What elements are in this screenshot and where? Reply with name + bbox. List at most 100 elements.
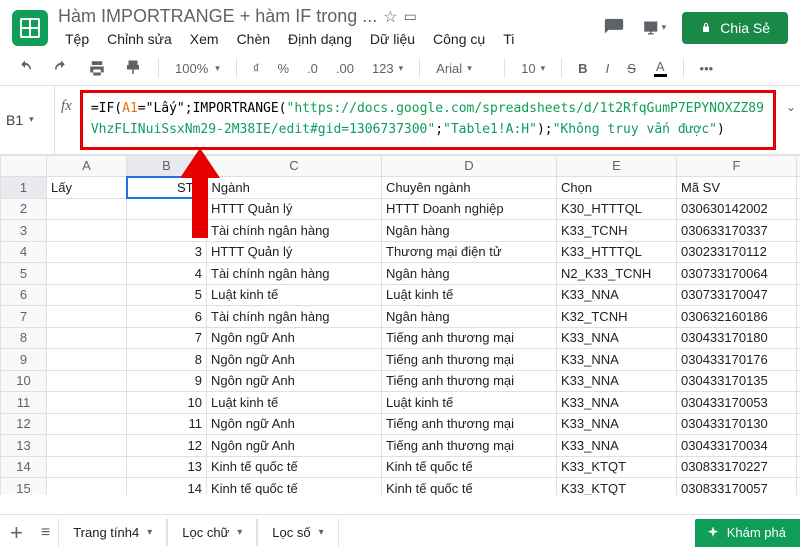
undo-button[interactable] [12,57,38,79]
cell[interactable]: 1 [127,198,207,220]
cell[interactable]: 11 [127,413,207,435]
cell[interactable]: 030433170180 [677,327,797,349]
cell[interactable]: 030433170034 [677,435,797,457]
cell[interactable]: K33_NNA [557,370,677,392]
select-all-cell[interactable] [1,155,47,177]
column-header-D[interactable]: D [382,155,557,177]
cell[interactable]: 030433170053 [677,392,797,414]
all-sheets-button[interactable]: ≡ [33,524,58,542]
formula-bar[interactable]: =IF(A1="Lấy";IMPORTRANGE("https://docs.g… [80,90,776,150]
menu-Dữ liệu[interactable]: Dữ liệu [363,29,422,49]
cell[interactable]: Hồ Thị Th [797,370,800,392]
number-format-select[interactable]: 123 [368,59,407,78]
cell[interactable] [47,349,127,371]
cell[interactable]: Mã SV [677,177,797,199]
bold-button[interactable]: B [574,59,591,78]
spreadsheet-grid[interactable]: ABCDEFG1LấySTTNgànhChuyên ngànhChọnMã SV… [0,155,800,495]
format-currency-button[interactable]: ₫ [249,59,264,78]
format-percent-button[interactable]: % [273,59,293,78]
cell[interactable]: Chuyên ngành [382,177,557,199]
cell[interactable]: Nguyễn K [797,413,800,435]
cell[interactable] [47,456,127,478]
cell[interactable] [47,392,127,414]
menu-Chèn[interactable]: Chèn [230,29,277,49]
column-header-B[interactable]: B [127,155,207,177]
cell[interactable]: 030733170047 [677,284,797,306]
cell[interactable]: Tiếng anh thương mại [382,413,557,435]
row-header[interactable]: 5 [1,263,47,285]
cell[interactable]: Tiếng anh thương mại [382,435,557,457]
cell[interactable]: Hà Lễ [797,456,800,478]
cell[interactable]: 14 [127,478,207,495]
cell[interactable]: 7 [127,327,207,349]
share-button[interactable]: Chia Sẻ [682,12,788,44]
explore-button[interactable]: Khám phá [695,519,800,547]
row-header[interactable]: 8 [1,327,47,349]
present-icon[interactable]: ▾ [642,16,666,40]
cell[interactable] [47,327,127,349]
cell[interactable]: K30_HTTTQL [557,198,677,220]
cell[interactable]: 030833170057 [677,478,797,495]
row-header[interactable]: 4 [1,241,47,263]
menu-Định dạng[interactable]: Định dạng [281,29,359,49]
sheet-tab-Lọc chữ[interactable]: Lọc chữ▾ [167,519,257,546]
sheets-logo[interactable] [12,10,48,46]
cell[interactable]: 030733170064 [677,263,797,285]
cell[interactable]: Luật kinh tế [207,392,382,414]
cell[interactable]: Luật kinh tế [382,284,557,306]
row-header[interactable]: 14 [1,456,47,478]
cell[interactable]: 030833170227 [677,456,797,478]
cell[interactable]: HTTT Doanh nghiệp [382,198,557,220]
cell[interactable]: 030433170135 [677,370,797,392]
cell[interactable]: Ngôn ngữ Anh [207,349,382,371]
cell[interactable]: Họ [797,177,800,199]
row-header[interactable]: 2 [1,198,47,220]
cell[interactable]: 030630142002 [677,198,797,220]
cell[interactable]: Phạm Lê [797,435,800,457]
cell[interactable]: Ngành [207,177,382,199]
cell[interactable]: Lê Huệ [797,241,800,263]
row-header[interactable]: 7 [1,306,47,328]
cell[interactable] [47,413,127,435]
column-header-C[interactable]: C [207,155,382,177]
cell[interactable]: Kinh tế quốc tế [382,478,557,495]
cell[interactable]: K32_TCNH [557,306,677,328]
cell[interactable]: Lấy [47,177,127,199]
row-header[interactable]: 13 [1,435,47,457]
cell[interactable]: K33_NNA [557,284,677,306]
font-family-select[interactable]: Arial [432,59,492,78]
cell[interactable]: Ngân hàng [382,306,557,328]
cell[interactable]: Tiếng anh thương mại [382,370,557,392]
menu-Ti[interactable]: Ti [496,29,521,49]
move-icon[interactable]: ▭ [404,8,417,25]
cell[interactable]: K33_KTQT [557,478,677,495]
toolbar-more-button[interactable]: ••• [696,59,718,78]
column-header-G[interactable]: G [797,155,800,177]
row-header[interactable]: 10 [1,370,47,392]
font-size-select[interactable]: 10 [517,59,549,78]
cell[interactable]: K33_NNA [557,327,677,349]
cell[interactable]: K33_KTQT [557,456,677,478]
cell[interactable]: 9 [127,370,207,392]
text-color-button[interactable]: A [650,57,671,79]
cell[interactable]: 3 [127,241,207,263]
cell[interactable]: 4 [127,263,207,285]
row-header[interactable]: 6 [1,284,47,306]
cell[interactable]: K33_TCNH [557,220,677,242]
cell[interactable]: 13 [127,456,207,478]
zoom-select[interactable]: 100% [171,59,224,78]
cell[interactable] [47,478,127,495]
cell[interactable]: Huỳnh N [797,284,800,306]
print-button[interactable] [84,57,110,79]
cell[interactable]: Tài chính ngân hàng [207,263,382,285]
cell[interactable]: Hồ Hữu [797,263,800,285]
cell[interactable]: K33_NNA [557,435,677,457]
increase-decimal-button[interactable]: .00 [332,59,358,78]
row-header[interactable]: 15 [1,478,47,495]
cell[interactable]: Ngôn ngữ Anh [207,327,382,349]
cell[interactable]: Tài chính ngân hàng [207,306,382,328]
cell[interactable]: Tạ Thị Ch [797,349,800,371]
cell[interactable] [47,220,127,242]
row-header[interactable]: 3 [1,220,47,242]
cell[interactable]: Trần Thị T [797,392,800,414]
